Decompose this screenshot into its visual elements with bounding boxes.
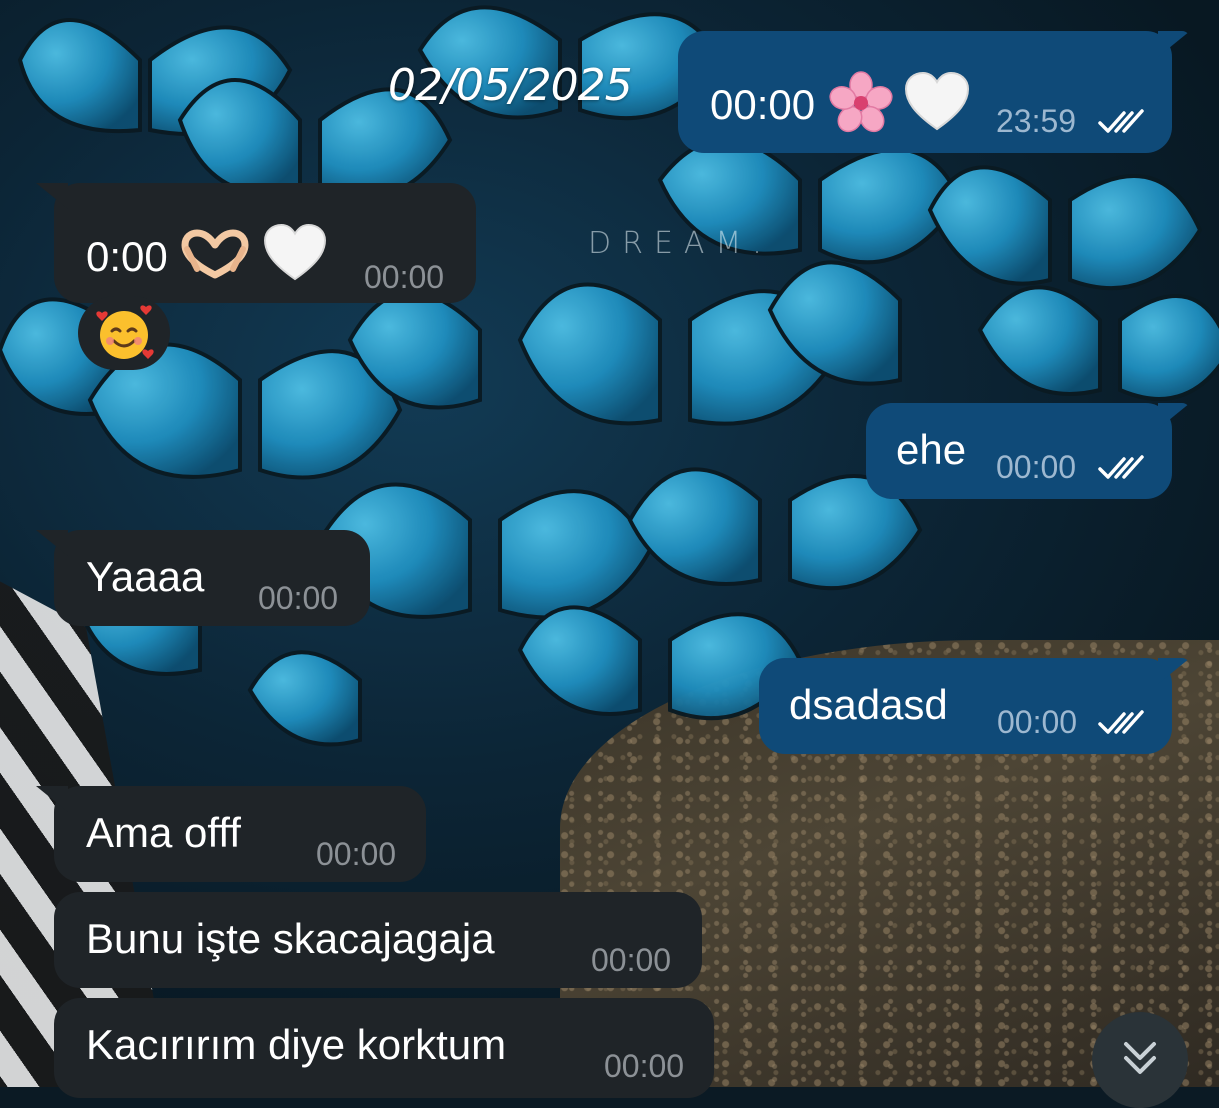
message-bubble-outgoing[interactable]: dsadasd 00:00: [759, 658, 1190, 754]
date-stamp: 02/05/2025: [388, 60, 633, 111]
message-text: Yaaaa: [86, 553, 205, 600]
message-text: 0:00: [86, 233, 168, 280]
scroll-to-bottom-button[interactable]: [1092, 1012, 1188, 1108]
message-time: 23:59: [996, 103, 1077, 139]
message-time: 00:00: [996, 449, 1077, 485]
double-chevron-down-icon: [1124, 1042, 1156, 1074]
wallpaper-watermark: DREAM.: [588, 226, 773, 261]
message-text: Kacırırım diye korktum: [86, 1021, 507, 1068]
message-time: 00:00: [364, 259, 445, 295]
message-bubble-incoming[interactable]: Bunu işte skacajagaja 00:00: [54, 892, 702, 988]
white-heart-icon: [264, 223, 327, 281]
message-text: Ama offf: [86, 809, 241, 856]
double-check-icon: [1098, 109, 1144, 133]
message-time: 00:00: [258, 580, 339, 616]
message-time: 00:00: [316, 836, 397, 872]
smiling-face-with-hearts-icon: [96, 305, 154, 359]
cherry-blossom-icon: [829, 71, 893, 133]
message-time: 00:00: [591, 942, 672, 978]
white-heart-icon: [905, 71, 970, 131]
message-time: 00:00: [604, 1048, 685, 1084]
message-bubble-incoming[interactable]: Kacırırım diye korktum 00:00: [54, 998, 714, 1098]
message-bubble-outgoing[interactable]: 00:00 23:59: [678, 31, 1190, 153]
message-text: 00:00: [710, 81, 816, 128]
message-bubble-incoming[interactable]: Ama offf 00:00: [36, 786, 426, 882]
double-check-icon: [1098, 455, 1144, 479]
heart-hands-icon: [181, 229, 249, 279]
message-text: dsadasd: [789, 681, 948, 728]
message-text: Bunu işte skacajagaja: [86, 915, 495, 962]
message-bubble-incoming[interactable]: Yaaaa 00:00: [36, 530, 370, 626]
message-text: ehe: [896, 426, 967, 473]
message-bubble-outgoing[interactable]: ehe 00:00: [866, 403, 1190, 499]
double-check-icon: [1098, 710, 1144, 734]
message-time: 00:00: [997, 704, 1078, 740]
message-bubble-incoming[interactable]: 0:00 00:00: [36, 183, 476, 303]
message-reaction[interactable]: [78, 296, 170, 370]
